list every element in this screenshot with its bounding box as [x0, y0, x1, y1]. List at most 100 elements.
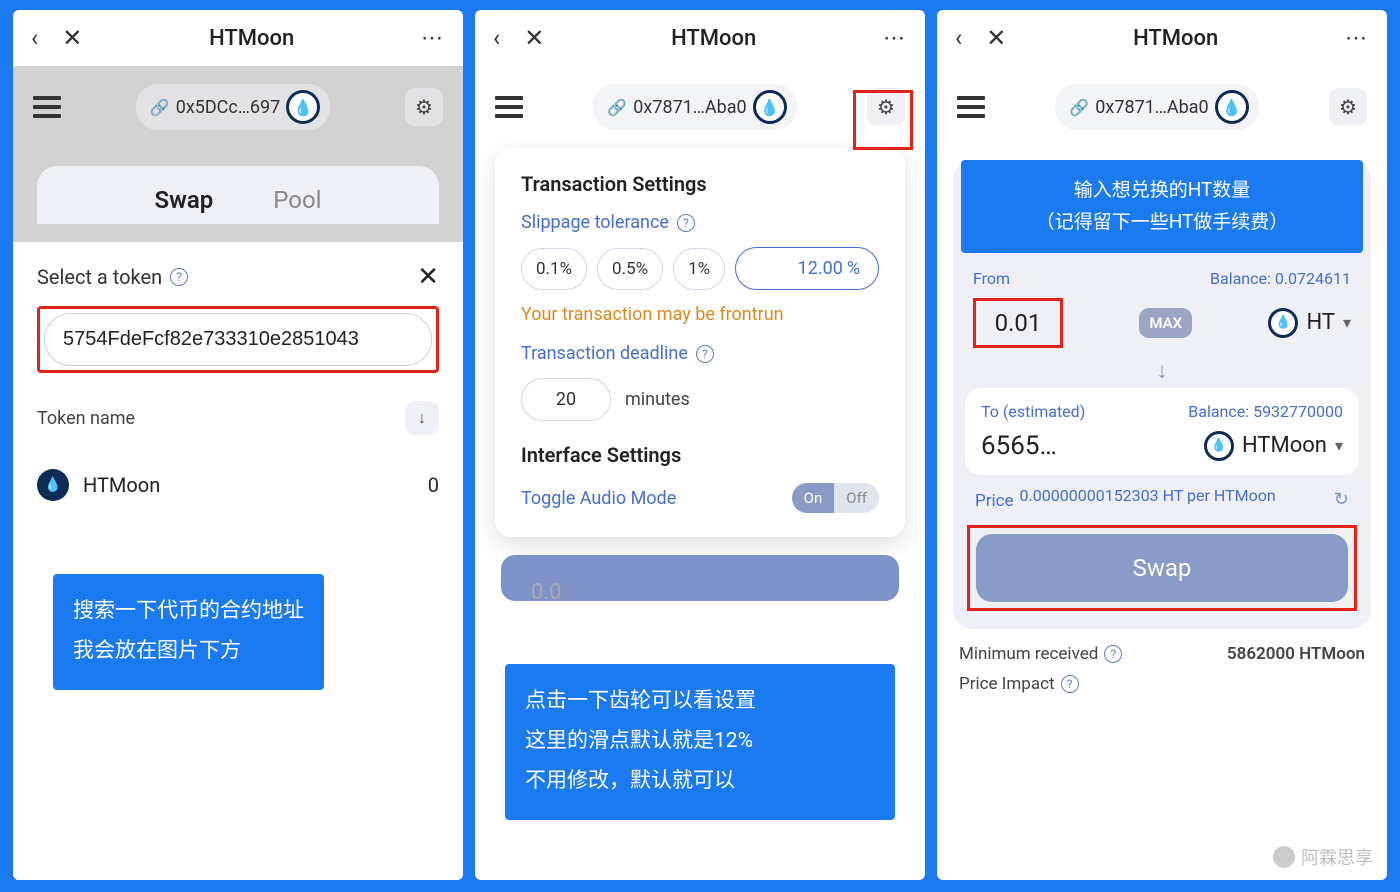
toolbar: 🔗 0x7871…Aba0 💧 ⚙: [937, 66, 1387, 148]
settings-button[interactable]: ⚙: [405, 88, 443, 126]
gear-icon: ⚙: [415, 95, 433, 119]
wallet-address[interactable]: 🔗 0x5DCc…697 💧: [136, 84, 330, 130]
huobi-icon: 💧: [286, 90, 320, 124]
slippage-option[interactable]: 0.5%: [597, 248, 663, 290]
settings-button[interactable]: ⚙: [1329, 88, 1367, 126]
token-item-balance: 0: [428, 473, 439, 497]
frontrun-warning: Your transaction may be frontrun: [521, 304, 879, 325]
swap-card: 输入想兑换的HT数量 （记得留下一些HT做手续费） From Balance: …: [953, 160, 1371, 629]
swap-direction-icon[interactable]: ↓: [953, 358, 1371, 384]
to-balance: Balance: 5932770000: [1188, 402, 1343, 421]
htmoon-icon: 💧: [37, 469, 69, 501]
min-received-value: 5862000 HTMoon: [1227, 644, 1365, 664]
chevron-down-icon: ▾: [1335, 436, 1343, 455]
deadline-label: Transaction deadline ?: [521, 343, 879, 364]
help-icon[interactable]: ?: [170, 268, 188, 286]
close-icon[interactable]: ✕: [62, 24, 82, 52]
token-search-input[interactable]: [44, 313, 432, 366]
page-title: HTMoon: [209, 26, 294, 51]
slippage-options: 0.1% 0.5% 1% 12.00%: [521, 247, 879, 290]
deadline-unit: minutes: [625, 389, 690, 410]
close-sheet-icon[interactable]: ✕: [417, 262, 439, 292]
panel-select-token: ‹ ✕ HTMoon ⋯ 🔗 0x5DCc…697 💧 ⚙ Swap Pool …: [13, 10, 463, 880]
help-icon[interactable]: ?: [1104, 645, 1122, 663]
slippage-custom-input[interactable]: 12.00%: [735, 247, 879, 290]
annotation-callout: 点击一下齿轮可以看设置 这里的滑点默认就是12% 不用修改，默认就可以: [505, 664, 895, 820]
back-icon[interactable]: ‹: [31, 24, 38, 52]
weibo-icon: [1273, 846, 1295, 868]
link-icon: 🔗: [607, 98, 627, 117]
back-icon[interactable]: ‹: [955, 24, 962, 52]
token-select-sheet: Select a token ? ✕ Token name ↓ 💧 HTMoon…: [13, 242, 463, 880]
page-title: HTMoon: [1133, 26, 1218, 51]
from-amount-input[interactable]: 0.01: [973, 298, 1063, 348]
price-value: 0.00000000152303 HT per HTMoon: [1020, 485, 1328, 507]
more-icon[interactable]: ⋯: [1345, 26, 1369, 51]
help-icon[interactable]: ?: [1061, 675, 1079, 693]
toggle-off: Off: [834, 483, 879, 513]
gear-highlight: [853, 90, 913, 150]
swap-button[interactable]: Swap: [976, 534, 1348, 602]
titlebar: ‹ ✕ HTMoon ⋯: [13, 10, 463, 66]
ht-icon: 💧: [1268, 308, 1298, 338]
refresh-icon[interactable]: ↻: [1334, 485, 1349, 510]
slippage-label: Slippage tolerance ?: [521, 212, 879, 233]
huobi-icon: 💧: [1215, 90, 1249, 124]
to-token-symbol: HTMoon: [1242, 433, 1327, 458]
toggle-on: On: [792, 483, 835, 513]
to-amount: 6565…: [981, 431, 1057, 461]
audio-toggle[interactable]: On Off: [792, 483, 879, 513]
interface-settings-title: Interface Settings: [521, 443, 879, 467]
address-text: 0x7871…Aba0: [633, 97, 746, 118]
menu-icon[interactable]: [957, 96, 985, 118]
menu-icon[interactable]: [33, 96, 61, 118]
tab-swap[interactable]: Swap: [155, 186, 214, 214]
huobi-icon: 💧: [753, 90, 787, 124]
more-icon[interactable]: ⋯: [421, 26, 445, 51]
price-label: Price: [975, 485, 1014, 511]
from-label: From: [973, 269, 1010, 288]
token-name-header: Token name: [37, 408, 135, 429]
price-row: Price 0.00000000152303 HT per HTMoon ↻: [953, 479, 1371, 517]
sort-button[interactable]: ↓: [405, 401, 439, 435]
backdrop: Swap Pool: [13, 148, 463, 242]
tabs: Swap Pool: [37, 166, 439, 224]
to-block: To (estimated) Balance: 5932770000 6565……: [965, 388, 1359, 475]
tab-pool[interactable]: Pool: [273, 186, 321, 214]
max-button[interactable]: MAX: [1139, 308, 1192, 338]
from-block: From Balance: 0.0724611 0.01 MAX 💧 HT ▾: [953, 253, 1371, 354]
more-icon[interactable]: ⋯: [883, 26, 907, 51]
close-icon[interactable]: ✕: [986, 24, 1006, 52]
address-text: 0x7871…Aba0: [1095, 97, 1208, 118]
deadline-input[interactable]: 20: [521, 378, 611, 421]
help-icon[interactable]: ?: [677, 214, 695, 232]
to-token-selector[interactable]: 💧 HTMoon ▾: [1204, 431, 1343, 461]
to-label: To (estimated): [981, 402, 1085, 421]
token-list-item[interactable]: 💧 HTMoon 0: [37, 469, 439, 501]
toggle-audio-label: Toggle Audio Mode: [521, 488, 676, 509]
search-highlight: [37, 306, 439, 373]
titlebar: ‹ ✕ HTMoon ⋯: [937, 10, 1387, 66]
price-impact-label: Price Impact: [959, 674, 1055, 694]
peek-amount: 0.0: [531, 580, 562, 605]
wallet-address[interactable]: 🔗 0x7871…Aba0 💧: [1055, 84, 1258, 130]
from-token-selector[interactable]: 💧 HT ▾: [1268, 308, 1351, 338]
slippage-option[interactable]: 0.1%: [521, 248, 587, 290]
titlebar: ‹ ✕ HTMoon ⋯: [475, 10, 925, 66]
link-icon: 🔗: [1069, 98, 1089, 117]
sheet-title: Select a token ?: [37, 265, 188, 289]
chevron-down-icon: ▾: [1343, 313, 1351, 332]
close-icon[interactable]: ✕: [524, 24, 544, 52]
from-balance: Balance: 0.0724611: [1210, 269, 1351, 288]
back-icon[interactable]: ‹: [493, 24, 500, 52]
menu-icon[interactable]: [495, 96, 523, 118]
wallet-address[interactable]: 🔗 0x7871…Aba0 💧: [593, 84, 796, 130]
settings-popover: Transaction Settings Slippage tolerance …: [495, 148, 905, 537]
min-received-label: Minimum received: [959, 644, 1098, 664]
gear-icon: ⚙: [1339, 95, 1357, 119]
help-icon[interactable]: ?: [696, 345, 714, 363]
slippage-option[interactable]: 1%: [673, 248, 725, 290]
htmoon-icon: 💧: [1204, 431, 1234, 461]
link-icon: 🔗: [150, 98, 170, 117]
panel-settings: ‹ ✕ HTMoon ⋯ 🔗 0x7871…Aba0 💧 ⚙ Transacti…: [475, 10, 925, 880]
